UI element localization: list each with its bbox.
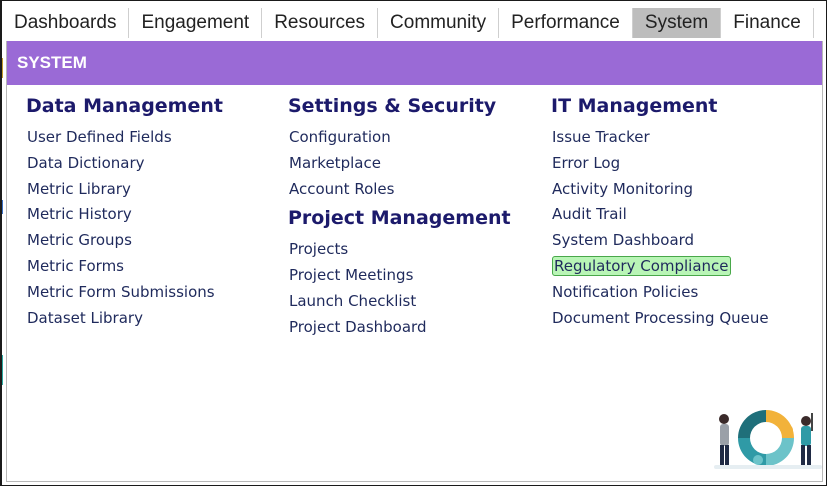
menu-link-metric-library[interactable]: Metric Library xyxy=(26,177,223,203)
menu-link-project-meetings[interactable]: Project Meetings xyxy=(288,263,511,289)
menu-link-metric-history[interactable]: Metric History xyxy=(26,202,223,228)
menu-link-launch-checklist[interactable]: Launch Checklist xyxy=(288,289,511,315)
nav-item-system[interactable]: System xyxy=(632,8,722,38)
column-settings-project: Settings & Security Configuration Market… xyxy=(288,94,511,341)
section-heading: Data Management xyxy=(26,95,223,117)
menu-link-user-defined-fields[interactable]: User Defined Fields xyxy=(26,125,223,151)
menu-link-projects[interactable]: Projects xyxy=(288,237,511,263)
system-dropdown-panel: SYSTEM Data Management User Defined Fiel… xyxy=(6,41,823,482)
nav-item-truncated[interactable]: H xyxy=(814,8,827,38)
menu-link-label: Regulatory Compliance xyxy=(552,255,731,276)
menu-link-configuration[interactable]: Configuration xyxy=(288,125,511,151)
column-data-management: Data Management User Defined Fields Data… xyxy=(26,94,223,331)
menu-link-data-dictionary[interactable]: Data Dictionary xyxy=(26,151,223,177)
menu-link-error-log[interactable]: Error Log xyxy=(551,151,769,177)
menu-link-issue-tracker[interactable]: Issue Tracker xyxy=(551,125,769,151)
top-nav: Dashboards Engagement Resources Communit… xyxy=(2,8,827,38)
section-heading: Project Management xyxy=(288,207,511,230)
menu-link-system-dashboard[interactable]: System Dashboard xyxy=(551,228,769,254)
edge-artifact xyxy=(0,355,3,385)
menu-link-notification-policies[interactable]: Notification Policies xyxy=(551,280,769,306)
nav-item-engagement[interactable]: Engagement xyxy=(129,8,263,38)
menu-link-marketplace[interactable]: Marketplace xyxy=(288,151,511,177)
nav-item-performance[interactable]: Performance xyxy=(499,8,633,38)
menu-link-account-roles[interactable]: Account Roles xyxy=(288,177,511,203)
section-heading: IT Management xyxy=(551,95,718,117)
menu-link-project-dashboard[interactable]: Project Dashboard xyxy=(288,315,511,341)
menu-link-regulatory-compliance[interactable]: Regulatory Compliance xyxy=(551,254,769,280)
nav-item-dashboards[interactable]: Dashboards xyxy=(2,8,130,38)
nav-item-community[interactable]: Community xyxy=(378,8,500,38)
menu-link-metric-form-submissions[interactable]: Metric Form Submissions xyxy=(26,280,223,306)
edge-artifact xyxy=(0,58,3,78)
edge-artifact xyxy=(0,200,3,214)
menu-link-audit-trail[interactable]: Audit Trail xyxy=(551,202,769,228)
menu-link-document-processing-queue[interactable]: Document Processing Queue xyxy=(551,306,769,332)
menu-link-metric-forms[interactable]: Metric Forms xyxy=(26,254,223,280)
menu-link-dataset-library[interactable]: Dataset Library xyxy=(26,306,223,332)
nav-item-finance[interactable]: Finance xyxy=(721,8,814,38)
team-puzzle-illustration-icon xyxy=(714,405,822,471)
column-it-management: IT Management Issue Tracker Error Log Ac… xyxy=(551,94,769,331)
menu-link-metric-groups[interactable]: Metric Groups xyxy=(26,228,223,254)
panel-title: SYSTEM xyxy=(7,41,822,85)
nav-item-resources[interactable]: Resources xyxy=(262,8,379,38)
menu-link-activity-monitoring[interactable]: Activity Monitoring xyxy=(551,177,769,203)
section-heading: Settings & Security xyxy=(288,95,497,117)
